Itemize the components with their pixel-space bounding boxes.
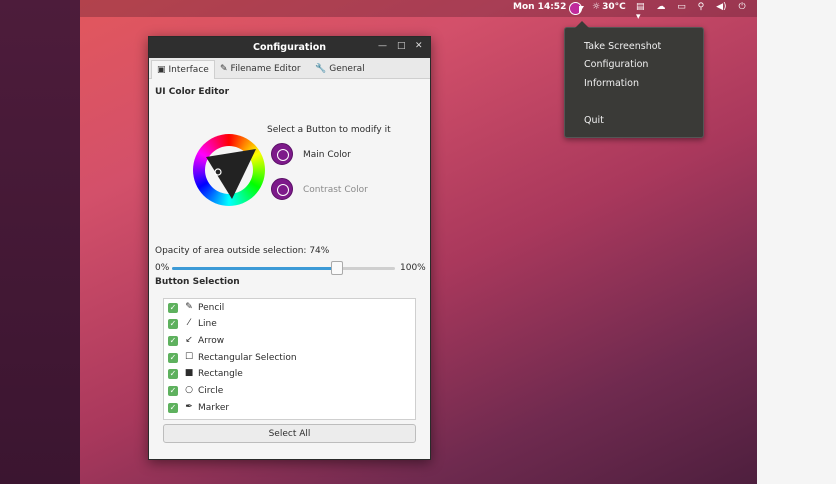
- opacity-slider-track[interactable]: [172, 267, 395, 270]
- cloud-icon[interactable]: ☁: [656, 2, 665, 12]
- window-icon: ▣: [157, 65, 166, 75]
- desktop: Mon 14:52 ☼ 30°C ▤ ☁ ▭ ⚲ ◀) ⏻ ▾ Take Scre…: [80, 0, 757, 484]
- opacity-label: Opacity of area outside selection: 74%: [155, 246, 330, 256]
- arrow-icon: ↙: [185, 335, 193, 345]
- checkbox[interactable]: ✓: [168, 353, 178, 363]
- pencil-icon: ✎: [185, 302, 193, 312]
- tab-bar: ▣ Interface ✎ Filename Editor 🔧 General: [149, 58, 430, 79]
- tab-interface-label: Interface: [168, 65, 209, 75]
- list-item-label: Pencil: [198, 303, 225, 313]
- clipboard-icon[interactable]: ▤: [636, 2, 645, 12]
- list-item-label: Arrow: [198, 336, 225, 346]
- menu-item-quit[interactable]: Quit: [584, 115, 604, 126]
- list-item-rectangular-selection[interactable]: ✓ ☐ Rectangular Selection: [164, 350, 415, 366]
- list-item-circle[interactable]: ✓ ○ Circle: [164, 383, 415, 399]
- checkbox[interactable]: ✓: [168, 303, 178, 313]
- menu-item-take-screenshot[interactable]: Take Screenshot: [584, 41, 661, 52]
- list-item-rectangle[interactable]: ✓ ■ Rectangle: [164, 366, 415, 382]
- marker-icon: ✒: [185, 402, 193, 412]
- weather-indicator[interactable]: ☼ 30°C: [592, 2, 626, 12]
- configuration-window: Configuration — □ ✕ ▣ Interface ✎ Filename…: [148, 36, 431, 460]
- checkbox[interactable]: ✓: [168, 403, 178, 413]
- checkbox[interactable]: ✓: [168, 336, 178, 346]
- minimize-icon[interactable]: —: [378, 41, 387, 51]
- volume-icon[interactable]: ◀): [716, 2, 726, 12]
- main-color-button[interactable]: [271, 143, 293, 165]
- top-panel: Mon 14:52 ☼ 30°C ▤ ☁ ▭ ⚲ ◀) ⏻ ▾: [80, 0, 757, 22]
- list-item-arrow[interactable]: ✓ ↙ Arrow: [164, 333, 415, 349]
- list-item-line[interactable]: ✓ ⁄ Line: [164, 316, 415, 332]
- right-backdrop: [757, 0, 836, 484]
- list-item-marker[interactable]: ✓ ✒ Marker: [164, 400, 415, 416]
- list-item-label: Line: [198, 319, 217, 329]
- main-color-label: Main Color: [303, 150, 351, 160]
- list-item-label: Circle: [198, 386, 224, 396]
- dropdown-arrow-icon[interactable]: ▾: [636, 12, 641, 22]
- sun-icon: ☼: [592, 2, 601, 12]
- temperature-label: 30°C: [602, 2, 626, 12]
- close-icon[interactable]: ✕: [415, 41, 423, 51]
- clock[interactable]: Mon 14:52: [513, 2, 566, 12]
- opacity-min-label: 0%: [155, 263, 170, 273]
- checkbox[interactable]: ✓: [168, 386, 178, 396]
- tab-general[interactable]: 🔧 General: [310, 60, 370, 79]
- network-wired-icon[interactable]: ▭: [677, 2, 686, 12]
- system-tray: ▤ ☁ ▭ ⚲ ◀) ⏻ ▾: [636, 2, 757, 22]
- contrast-color-button[interactable]: [271, 178, 293, 200]
- checkbox[interactable]: ✓: [168, 369, 178, 379]
- list-item-pencil[interactable]: ✓ ✎ Pencil: [164, 300, 415, 316]
- list-item-label: Rectangle: [198, 369, 243, 379]
- window-titlebar[interactable]: Configuration — □ ✕: [149, 37, 430, 58]
- tab-filename-editor-label: Filename Editor: [230, 64, 301, 74]
- opacity-slider-handle[interactable]: [331, 261, 344, 275]
- power-icon[interactable]: ⏻: [738, 2, 745, 12]
- left-backdrop: [0, 0, 80, 484]
- edit-icon: ✎: [220, 64, 228, 74]
- button-selection-heading: Button Selection: [155, 277, 240, 287]
- maximize-icon[interactable]: □: [397, 41, 406, 51]
- opacity-max-label: 100%: [400, 263, 426, 273]
- select-button-prompt: Select a Button to modify it: [267, 125, 391, 135]
- checkbox[interactable]: ✓: [168, 319, 178, 329]
- select-all-button[interactable]: Select All: [163, 424, 416, 443]
- list-item-label: Rectangular Selection: [198, 353, 297, 363]
- rectangle-icon: ■: [184, 368, 194, 378]
- tab-general-label: General: [329, 64, 365, 74]
- color-triangle[interactable]: [206, 149, 256, 199]
- rect-selection-icon: ☐: [184, 352, 194, 362]
- tab-filename-editor[interactable]: ✎ Filename Editor: [215, 60, 306, 79]
- ui-color-editor-heading: UI Color Editor: [155, 87, 230, 97]
- line-icon: ⁄: [188, 318, 190, 328]
- menu-item-configuration[interactable]: Configuration: [584, 59, 648, 70]
- circle-icon: ○: [185, 385, 193, 395]
- network-icon[interactable]: ⚲: [698, 2, 705, 12]
- list-item-label: Marker: [198, 403, 230, 413]
- window-title: Configuration: [252, 42, 327, 53]
- button-selection-list[interactable]: ✓ ✎ Pencil ✓ ⁄ Line ✓ ↙ Arrow ✓ ☐ Rectan…: [163, 298, 416, 420]
- contrast-color-label: Contrast Color: [303, 185, 368, 195]
- mouse-cursor-icon: [579, 6, 584, 14]
- tray-context-menu: Take Screenshot Configuration Informatio…: [564, 21, 704, 138]
- tab-interface[interactable]: ▣ Interface: [151, 60, 215, 79]
- opacity-slider-fill: [172, 267, 338, 270]
- wrench-icon: 🔧: [315, 64, 327, 74]
- menu-item-information[interactable]: Information: [584, 78, 639, 89]
